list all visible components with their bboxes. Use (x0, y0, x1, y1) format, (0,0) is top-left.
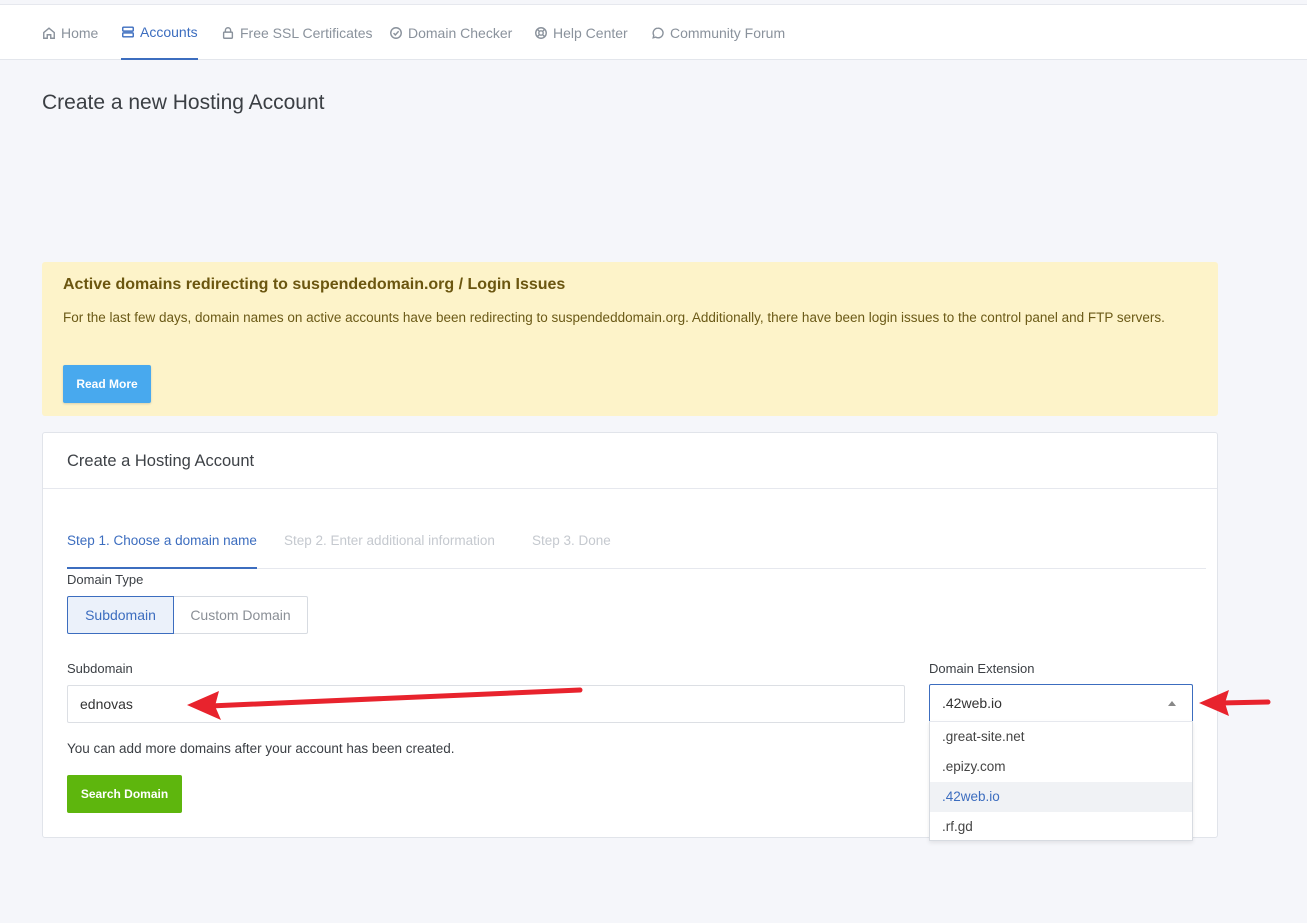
announcement-alert: Active domains redirecting to suspendedo… (42, 262, 1218, 416)
alert-title: Active domains redirecting to suspendedo… (63, 276, 566, 293)
extension-option[interactable]: .rf.gd (930, 812, 1192, 842)
step-3-tab[interactable]: Step 3. Done (532, 513, 611, 569)
search-domain-button[interactable]: Search Domain (67, 775, 182, 813)
nav-domain-checker-label: Domain Checker (408, 24, 513, 41)
top-nav: Home Accounts Free SSL Certificates Doma… (0, 4, 1307, 60)
nav-help-center[interactable]: Help Center (534, 5, 628, 60)
wizard-steps: Step 1. Choose a domain name Step 2. Ent… (67, 513, 1206, 569)
caret-up-icon (1168, 701, 1176, 706)
domain-extension-label: Domain Extension (929, 661, 1035, 676)
card-header: Create a Hosting Account (43, 433, 1217, 489)
domain-extension-value: .42web.io (942, 695, 1002, 711)
nav-domain-checker[interactable]: Domain Checker (389, 5, 512, 60)
extension-option[interactable]: .epizy.com (930, 752, 1192, 782)
lifebuoy-icon (535, 26, 547, 39)
nav-accounts-label: Accounts (140, 23, 198, 40)
nav-home[interactable]: Home (42, 5, 98, 60)
step-2-tab[interactable]: Step 2. Enter additional information (284, 513, 495, 569)
extension-option[interactable]: .42web.io (930, 782, 1192, 812)
custom-domain-toggle[interactable]: Custom Domain (173, 596, 308, 634)
subdomain-toggle[interactable]: Subdomain (67, 596, 174, 634)
card-title: Create a Hosting Account (67, 452, 255, 470)
page-title: Create a new Hosting Account (42, 91, 325, 114)
nav-home-label: Home (61, 24, 99, 41)
alert-text: For the last few days, domain names on a… (63, 310, 1165, 325)
subdomain-label: Subdomain (67, 661, 133, 676)
subdomain-input[interactable] (67, 685, 905, 723)
home-icon (43, 26, 55, 39)
nav-help-center-label: Help Center (553, 24, 628, 41)
nav-community-forum-label: Community Forum (670, 24, 786, 41)
nav-free-ssl-label: Free SSL Certificates (240, 24, 373, 41)
step-1-tab[interactable]: Step 1. Choose a domain name (67, 513, 257, 569)
check-circle-icon (390, 26, 402, 39)
nav-accounts[interactable]: Accounts (121, 5, 198, 60)
domain-type-label: Domain Type (67, 572, 144, 587)
extension-option[interactable]: .great-site.net (930, 722, 1192, 752)
nav-free-ssl[interactable]: Free SSL Certificates (221, 5, 373, 60)
nav-community-forum[interactable]: Community Forum (651, 5, 785, 60)
domain-extension-dropdown: .great-site.net .epizy.com .42web.io .rf… (929, 721, 1193, 841)
domain-extension-select[interactable]: .42web.io (929, 684, 1193, 722)
server-icon (122, 25, 134, 38)
lock-icon (222, 26, 234, 39)
read-more-button[interactable]: Read More (63, 365, 151, 403)
chat-bubble-icon (652, 26, 664, 39)
help-text: You can add more domains after your acco… (67, 741, 455, 756)
